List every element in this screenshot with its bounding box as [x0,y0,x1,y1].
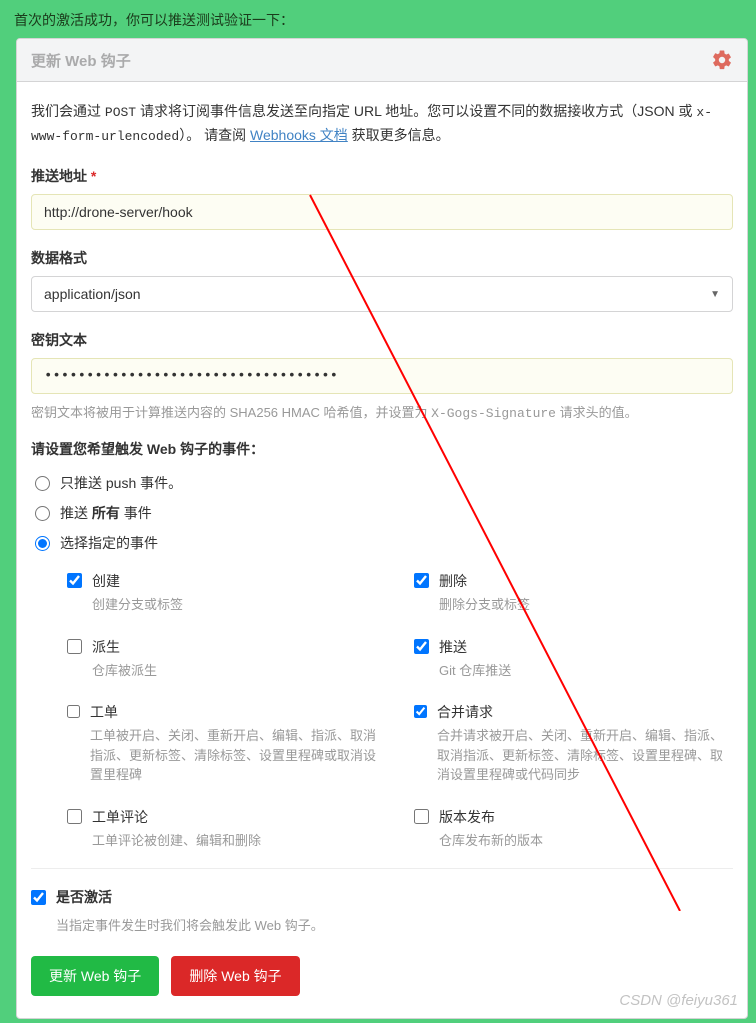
payload-url-label: 推送地址 * [31,166,733,186]
delete-webhook-button[interactable]: 删除 Web 钩子 [171,956,299,996]
content-type-label: 数据格式 [31,248,733,268]
radio-select-events[interactable]: 选择指定的事件 [31,533,733,553]
secret-hint: 密钥文本将被用于计算推送内容的 SHA256 HMAC 哈希值，并设置为 X-G… [31,402,733,421]
events-section-title: 请设置您希望触发 Web 钩子的事件： [31,439,733,459]
event-delete[interactable]: 删除删除分支或标签 [414,571,733,615]
watermark: CSDN @feiyu361 [619,992,738,1009]
success-banner: 首次的激活成功，你可以推送测试验证一下： [4,4,752,38]
gear-icon[interactable] [711,49,733,71]
radio-push-only[interactable]: 只推送 push 事件。 [31,473,733,493]
update-webhook-button[interactable]: 更新 Web 钩子 [31,956,159,996]
event-issue-comment[interactable]: 工单评论工单评论被创建、编辑和删除 [67,807,386,851]
secret-label: 密钥文本 [31,330,733,350]
panel-title: 更新 Web 钩子 [31,50,131,71]
active-hint: 当指定事件发生时我们将会触发此 Web 钩子。 [56,915,733,934]
content-type-select[interactable]: application/json ▼ [31,276,733,312]
divider [31,868,733,869]
event-create[interactable]: 创建创建分支或标签 [67,571,386,615]
chevron-down-icon: ▼ [710,289,720,300]
event-pull-request[interactable]: 合并请求合并请求被开启、关闭、重新开启、编辑、指派、取消指派、更新标签、清除标签… [414,702,733,785]
event-issues[interactable]: 工单工单被开启、关闭、重新开启、编辑、指派、取消指派、更新标签、清除标签、设置里… [67,702,386,785]
active-checkbox[interactable]: 是否激活 [31,887,733,907]
radio-all-events[interactable]: 推送 所有 事件 [31,503,733,523]
intro-text: 我们会通过 POST 请求将订阅事件信息发送至向指定 URL 地址。您可以设置不… [31,100,733,148]
event-release[interactable]: 版本发布仓库发布新的版本 [414,807,733,851]
payload-url-input[interactable] [31,194,733,230]
secret-input[interactable] [31,358,733,394]
docs-link[interactable]: Webhooks 文档 [250,127,348,143]
event-push[interactable]: 推送Git 仓库推送 [414,637,733,681]
webhook-panel: 更新 Web 钩子 我们会通过 POST 请求将订阅事件信息发送至向指定 URL… [16,38,748,1019]
event-fork[interactable]: 派生仓库被派生 [67,637,386,681]
